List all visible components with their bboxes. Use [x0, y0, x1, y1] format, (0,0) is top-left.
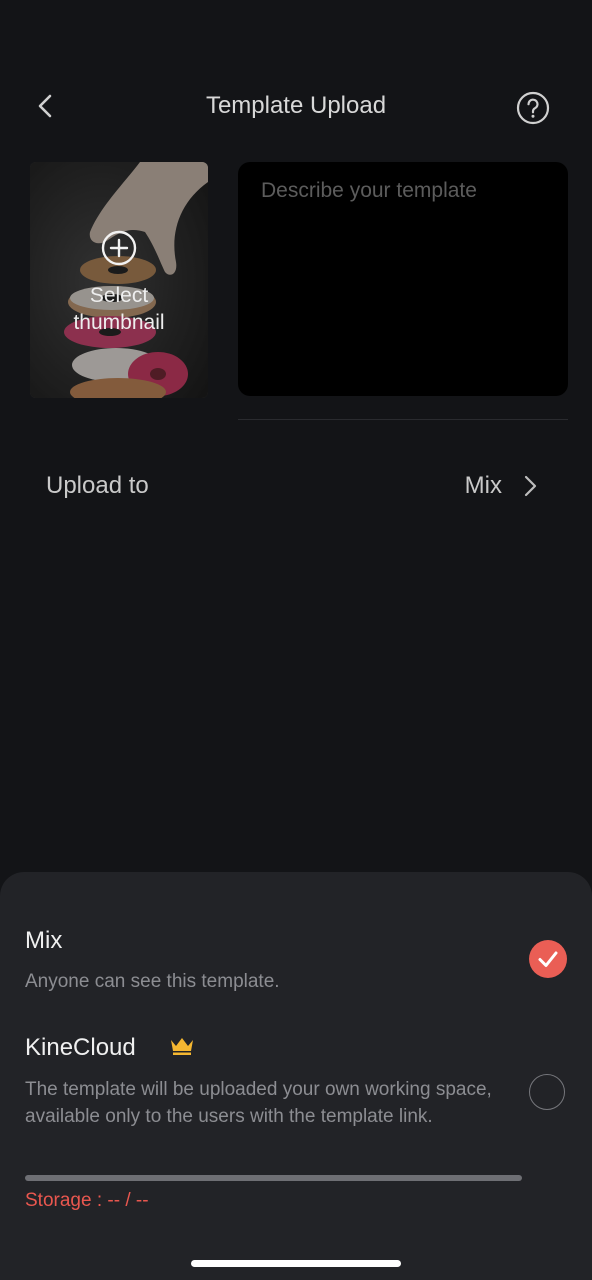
- page-title: Template Upload: [205, 92, 387, 119]
- home-indicator: [191, 1260, 401, 1267]
- checkmark-icon: [538, 951, 558, 967]
- crown-icon: [171, 1038, 193, 1055]
- upload-destination-sheet: Mix Anyone can see this template. KineCl…: [0, 872, 592, 1280]
- option-mix-description: Anyone can see this template.: [25, 971, 280, 992]
- storage-text: Storage : -- / --: [25, 1190, 149, 1211]
- upload-to-row[interactable]: Upload to Mix: [0, 455, 592, 517]
- storage-progress-bar: [25, 1175, 522, 1181]
- option-mix-title: Mix: [25, 927, 63, 954]
- upload-to-value: Mix: [464, 472, 502, 499]
- select-thumbnail-button[interactable]: Select thumbnail: [30, 162, 208, 398]
- option-kinecloud-title: KineCloud: [25, 1034, 136, 1061]
- select-thumbnail-label: Select thumbnail: [73, 284, 165, 334]
- chevron-right-icon: [524, 475, 537, 497]
- option-kinecloud-description: The template will be uploaded your own w…: [25, 1079, 492, 1127]
- divider: [238, 419, 568, 420]
- add-icon: [101, 230, 137, 266]
- help-icon: [516, 91, 550, 125]
- thumbnail-overlay: [30, 162, 208, 398]
- description-placeholder: Describe your template: [261, 179, 477, 202]
- upload-to-label: Upload to: [46, 472, 149, 499]
- description-field[interactable]: Describe your template: [238, 162, 568, 396]
- help-button[interactable]: [515, 90, 551, 126]
- option-kinecloud-radio[interactable]: [529, 1074, 565, 1110]
- header: Template Upload: [0, 70, 592, 142]
- option-mix-check[interactable]: [529, 940, 567, 978]
